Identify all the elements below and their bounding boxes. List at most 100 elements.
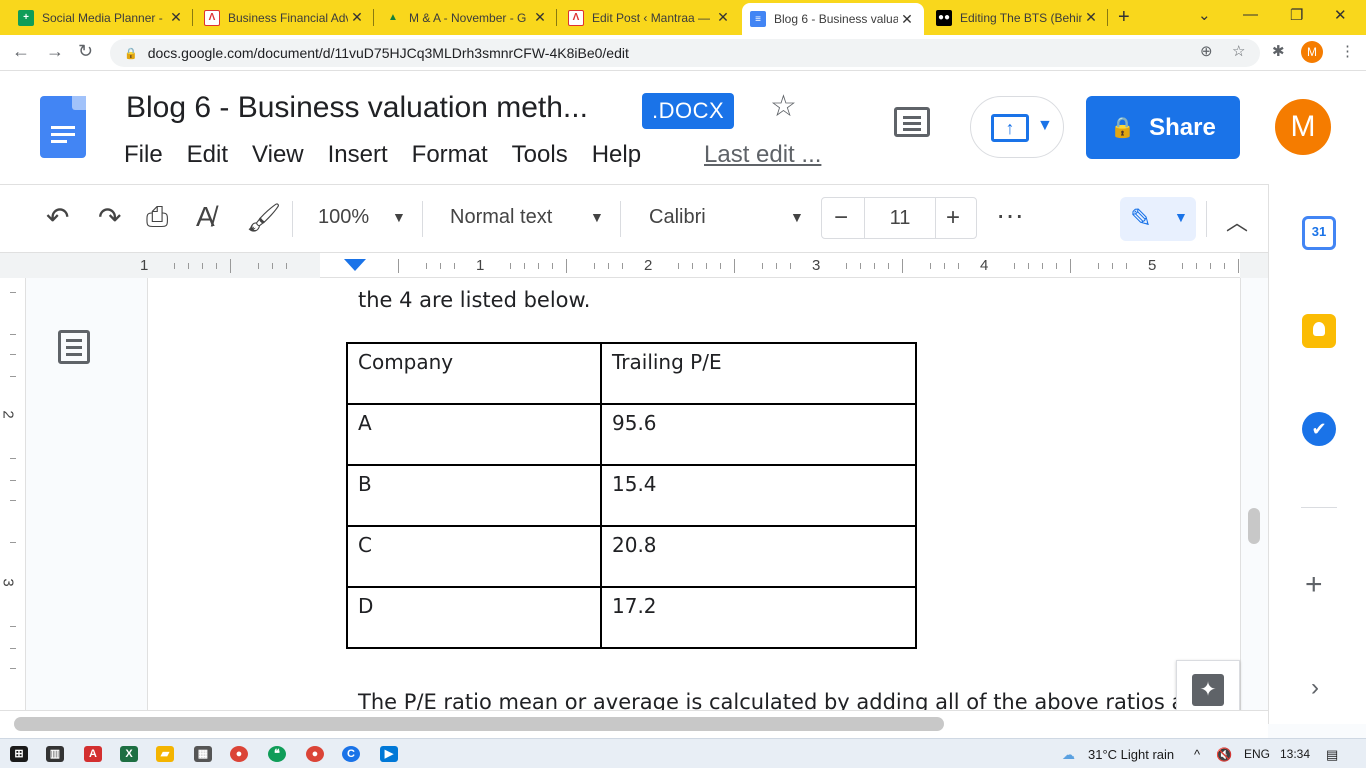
notifications-icon[interactable]: ▤ xyxy=(1326,747,1338,763)
menu-help[interactable]: Help xyxy=(592,141,641,169)
docx-badge[interactable]: .DOCX xyxy=(642,93,735,129)
language-indicator[interactable]: ENG xyxy=(1244,747,1270,761)
style-select[interactable]: Normal text xyxy=(450,206,552,229)
add-addon-icon[interactable]: + xyxy=(1305,568,1323,602)
close-icon[interactable]: ✕ xyxy=(531,9,549,26)
horizontal-scrollbar-thumb[interactable] xyxy=(14,717,944,731)
minimize-button[interactable]: — xyxy=(1243,6,1258,23)
zoom-icon[interactable]: ⊕ xyxy=(1200,42,1213,60)
app-icon[interactable]: ▦ xyxy=(194,746,212,762)
chrome-icon[interactable]: ● xyxy=(230,746,248,762)
windows-start-icon[interactable]: ⊞ xyxy=(10,746,28,762)
menu-file[interactable]: File xyxy=(124,141,163,169)
menu-edit[interactable]: Edit xyxy=(187,141,228,169)
paint-format-icon[interactable]: 🖌 xyxy=(246,201,282,234)
close-icon[interactable]: ✕ xyxy=(714,9,732,26)
browser-tab-business-financial[interactable]: Λ Business Financial Adv ✕ xyxy=(196,4,374,31)
weather-icon[interactable]: ☁ xyxy=(1062,747,1075,763)
table-cell[interactable]: 15.4 xyxy=(600,464,917,527)
chrome-active-icon[interactable]: ● xyxy=(306,746,324,762)
close-icon[interactable]: ✕ xyxy=(348,9,366,26)
font-select[interactable]: Calibri xyxy=(649,206,706,229)
caret-down-icon[interactable]: ▼ xyxy=(790,209,804,225)
extensions-icon[interactable]: ✱ xyxy=(1272,42,1285,60)
docs-logo-icon[interactable] xyxy=(40,96,86,158)
collapse-menus-icon[interactable]: ︿ xyxy=(1226,205,1248,237)
close-icon[interactable]: ✕ xyxy=(167,9,185,26)
caret-down-icon[interactable]: ▼ xyxy=(590,209,604,225)
browser-icon[interactable]: C xyxy=(342,746,360,762)
menu-insert[interactable]: Insert xyxy=(328,141,388,169)
vertical-scrollbar-thumb[interactable] xyxy=(1248,508,1260,544)
table-header-cell[interactable]: Trailing P/E xyxy=(600,342,917,405)
share-button[interactable]: 🔒 Share xyxy=(1086,96,1240,159)
clock[interactable]: 13:34 xyxy=(1280,747,1310,761)
table-cell[interactable]: 17.2 xyxy=(600,586,917,649)
vertical-ruler[interactable]: 2 3 xyxy=(0,278,26,710)
star-icon[interactable]: ☆ xyxy=(770,89,797,124)
url-bar[interactable]: 🔒 docs.google.com/document/d/11vuD75HJCq… xyxy=(110,39,1260,67)
last-edit-link[interactable]: Last edit ... xyxy=(704,141,821,169)
document-outline-icon[interactable] xyxy=(58,330,90,364)
browser-tab-m-and-a[interactable]: ▲ M & A - November - G ✕ xyxy=(377,4,557,31)
editing-mode-button[interactable]: ✎ ▼ xyxy=(1120,197,1196,241)
close-window-button[interactable]: ✕ xyxy=(1334,6,1347,24)
font-size-input[interactable]: 11 xyxy=(864,198,936,238)
lock-icon[interactable]: 🔒 xyxy=(124,47,138,60)
decrease-font-size-button[interactable]: − xyxy=(834,204,848,232)
increase-font-size-button[interactable]: + xyxy=(946,204,960,232)
table-cell[interactable]: D xyxy=(346,586,602,649)
indent-marker[interactable] xyxy=(344,259,366,271)
redo-icon[interactable]: ↷ xyxy=(98,201,121,234)
browser-tab-blog-6[interactable]: ≡ Blog 6 - Business valua ✕ xyxy=(742,3,924,35)
menu-view[interactable]: View xyxy=(252,141,304,169)
file-explorer-icon[interactable]: ▰ xyxy=(156,746,174,762)
maximize-button[interactable]: ❐ xyxy=(1290,6,1303,24)
undo-icon[interactable]: ↶ xyxy=(46,201,69,234)
comment-history-icon[interactable] xyxy=(894,107,930,137)
horizontal-ruler[interactable]: 1 1 2 3 4 5 xyxy=(0,252,1268,278)
more-options-icon[interactable]: ··· xyxy=(996,199,1024,231)
menu-format[interactable]: Format xyxy=(412,141,488,169)
caret-down-icon[interactable]: ▼ xyxy=(392,209,406,225)
tasks-icon[interactable]: ✔ xyxy=(1302,412,1336,446)
zoom-select[interactable]: 100% xyxy=(318,206,369,229)
close-icon[interactable]: ✕ xyxy=(898,11,916,28)
table-cell[interactable]: A xyxy=(346,403,602,466)
document-page[interactable]: the 4 are listed below. Company Trailing… xyxy=(147,278,1241,710)
table-cell[interactable]: 20.8 xyxy=(600,525,917,588)
task-view-icon[interactable]: ▥ xyxy=(46,746,64,762)
account-avatar[interactable]: M xyxy=(1275,99,1331,155)
browser-profile-avatar[interactable]: M xyxy=(1301,41,1323,63)
forward-button[interactable]: → xyxy=(46,41,64,62)
calendar-icon[interactable]: 31 xyxy=(1302,216,1336,250)
media-icon[interactable]: ▶ xyxy=(380,746,398,762)
pe-ratio-table[interactable]: Company Trailing P/E A 95.6 B 15.4 C 20.… xyxy=(346,342,917,649)
close-icon[interactable]: ✕ xyxy=(1082,9,1100,26)
table-cell[interactable]: 95.6 xyxy=(600,403,917,466)
keep-icon[interactable] xyxy=(1302,314,1336,348)
bookmark-star-icon[interactable]: ☆ xyxy=(1232,42,1245,60)
horizontal-scrollbar[interactable] xyxy=(0,710,1268,738)
new-tab-button[interactable]: + xyxy=(1118,6,1130,29)
present-button[interactable]: ↑ ▼ xyxy=(970,96,1064,158)
table-header-cell[interactable]: Company xyxy=(346,342,602,405)
menu-tools[interactable]: Tools xyxy=(512,141,568,169)
excel-icon[interactable]: X xyxy=(120,746,138,762)
hangouts-icon[interactable]: ❝ xyxy=(268,746,286,762)
browser-tab-edit-post[interactable]: Λ Edit Post ‹ Mantraa — ✕ xyxy=(560,4,740,31)
volume-muted-icon[interactable]: 🔇 xyxy=(1216,747,1232,763)
chevron-right-icon[interactable]: › xyxy=(1311,674,1319,702)
table-cell[interactable]: B xyxy=(346,464,602,527)
browser-tab-social-media-planner[interactable]: + Social Media Planner - ✕ xyxy=(10,4,193,31)
acrobat-icon[interactable]: A xyxy=(84,746,102,762)
browser-tab-editing-bts[interactable]: ●● Editing The BTS (Behin ✕ xyxy=(928,4,1108,31)
show-hidden-icons-icon[interactable]: ^ xyxy=(1194,747,1200,762)
print-icon[interactable]: ⎙ xyxy=(146,201,168,234)
back-button[interactable]: ← xyxy=(12,41,30,62)
weather-status[interactable]: 31°C Light rain xyxy=(1088,747,1174,762)
more-menu-icon[interactable]: ⋮ xyxy=(1340,42,1355,60)
tab-search-icon[interactable]: ⌄ xyxy=(1198,6,1211,24)
document-title[interactable]: Blog 6 - Business valuation meth... xyxy=(126,91,588,125)
spellcheck-icon[interactable]: A̸ xyxy=(196,201,215,233)
